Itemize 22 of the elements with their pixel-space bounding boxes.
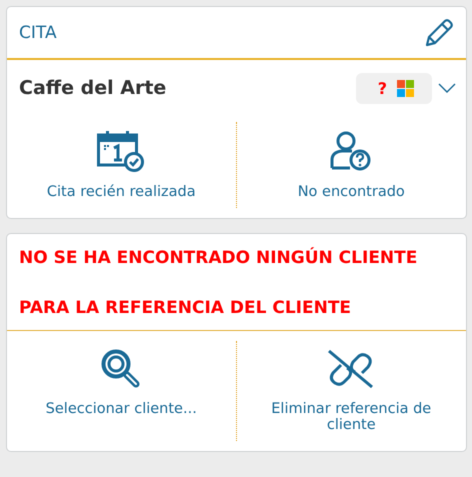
action-label: Seleccionar cliente...	[46, 401, 197, 417]
unlink-icon	[327, 349, 376, 389]
windows-logo-icon	[397, 80, 414, 96]
pencil-icon	[424, 18, 454, 48]
warning-text: NO SE HA ENCONTRADO NINGÚN CLIENTE	[19, 248, 418, 268]
warning-text: PARA LA REFERENCIA DEL CLIENTE	[19, 298, 352, 318]
edit-button[interactable]	[424, 18, 454, 48]
action-label: Eliminar referencia de cliente	[270, 401, 432, 433]
action-label: No encontrado	[298, 184, 405, 200]
expand-button[interactable]	[438, 83, 456, 93]
person-question-icon	[330, 130, 372, 172]
remove-reference-button[interactable]: Eliminar referencia de cliente	[236, 341, 466, 441]
card-title: CITA	[19, 22, 57, 42]
appointment-button[interactable]: Cita recién realizada	[7, 122, 236, 208]
calendar-check-icon	[97, 130, 146, 172]
search-icon	[101, 349, 142, 389]
action-label: Cita recién realizada	[46, 184, 196, 200]
contact-status-button[interactable]: No encontrado	[236, 122, 466, 208]
customer-name: Caffe del Arte	[19, 77, 168, 99]
chevron-down-icon	[438, 83, 456, 93]
select-customer-button[interactable]: Seleccionar cliente...	[7, 341, 236, 441]
unknown-mark: ?	[378, 78, 387, 98]
